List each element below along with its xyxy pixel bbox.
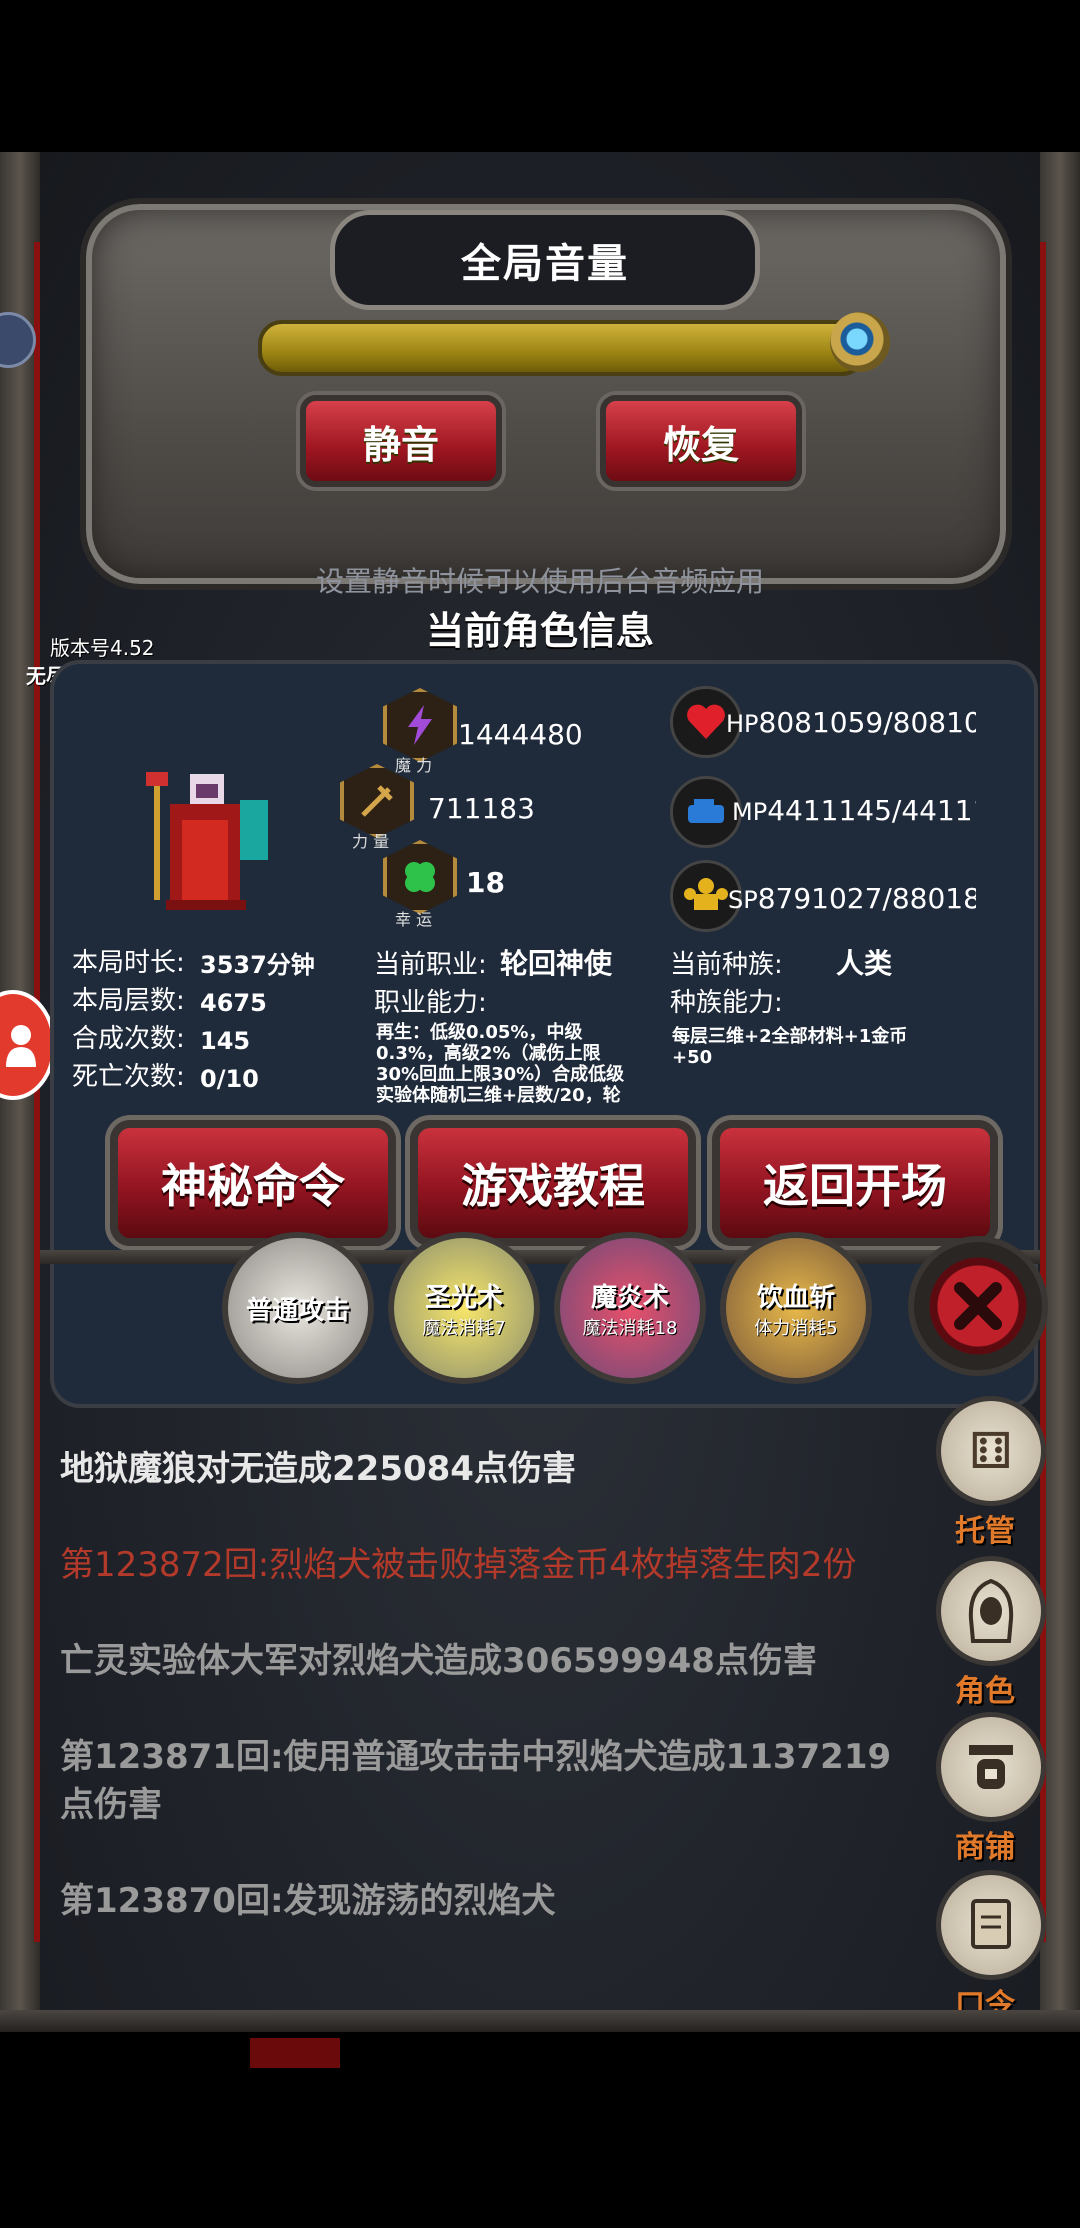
- volume-title-plate: 全局音量: [330, 210, 760, 310]
- sp-value: 8791027/880184: [757, 882, 976, 915]
- secret-command-button[interactable]: 神秘命令: [110, 1120, 396, 1246]
- skill-cost: 魔法消耗18: [582, 1317, 678, 1339]
- battle-log: 地狱魔狼对无造成225084点伤害 第123872回:烈焰犬被击败掉落金币4枚掉…: [60, 1445, 920, 1973]
- skill-demon-flame[interactable]: 魔炎术 魔法消耗18: [554, 1232, 706, 1384]
- hooded-figure-icon: [936, 1556, 1046, 1666]
- magic-label: 魔 力: [395, 756, 433, 775]
- panel-divider: [40, 1250, 1040, 1264]
- run-time-value: 3537分钟: [200, 951, 315, 979]
- volume-hint: 设置静音时候可以使用后台音频应用: [315, 565, 764, 598]
- side-auto-label: 托管: [955, 1514, 1015, 1549]
- strength-value: 711183: [428, 792, 535, 825]
- side-shop-button[interactable]: 商铺: [936, 1712, 1046, 1866]
- log-line: 第123870回:发现游荡的烈焰犬: [60, 1881, 556, 1921]
- mp-prefix: MP: [732, 798, 768, 826]
- return-start-button[interactable]: 返回开场: [712, 1120, 998, 1246]
- mute-button[interactable]: 静音: [300, 395, 502, 487]
- race-ability-desc: 每层三维+2全部材料+1金币+50: [672, 1026, 908, 1068]
- skill-holy-light[interactable]: 圣光术 魔法消耗7: [388, 1232, 540, 1384]
- log-line: 亡灵实验体大军对烈焰犬造成306599948点伤害: [60, 1641, 817, 1681]
- volume-slider[interactable]: [258, 320, 866, 376]
- skill-name: 饮血斩: [756, 1282, 835, 1313]
- sp-prefix: SP: [728, 886, 758, 914]
- hp-value: 8081059/80810: [758, 706, 976, 739]
- skill-name: 圣光术: [424, 1282, 503, 1313]
- death-count-value: 0/10: [200, 1065, 259, 1093]
- side-password-button[interactable]: 口令: [936, 1870, 1046, 2024]
- magic-value: 1444480: [458, 718, 583, 751]
- run-time-label: 本局时长:: [72, 948, 185, 978]
- volume-title: 全局音量: [461, 241, 629, 287]
- person-icon: [6, 1025, 36, 1067]
- side-auto-button[interactable]: ⚅ 托管: [936, 1396, 1046, 1550]
- bottom-frame: [0, 2010, 1080, 2032]
- sp-readout: SP8791027/880184: [728, 882, 976, 915]
- skill-name: 魔炎术: [590, 1282, 669, 1313]
- death-count-label: 死亡次数:: [72, 1062, 185, 1092]
- job-ability-desc: 再生：低级0.05%，中级0.3%，高级2%（减伤上限30%回血上限30%）合成…: [376, 1022, 625, 1106]
- tutorial-button[interactable]: 游戏教程: [410, 1120, 696, 1246]
- log-line: 第123872回:烈焰犬被击败掉落金币4枚掉落生肉2份: [60, 1545, 857, 1585]
- close-icon: [954, 1282, 1002, 1330]
- character-sprite: [130, 760, 290, 920]
- side-character-label: 角色: [955, 1674, 1015, 1709]
- dice-icon: ⚅: [936, 1396, 1046, 1506]
- hp-prefix: HP: [726, 710, 759, 738]
- frame-right: [1040, 152, 1080, 2032]
- close-button[interactable]: [908, 1236, 1048, 1376]
- hp-readout: HP8081059/80810: [726, 706, 976, 739]
- mp-readout: MP4411145/441114: [732, 794, 976, 827]
- side-shop-label: 商铺: [955, 1830, 1015, 1865]
- run-info-labels: 本局时长: 本局层数: 合成次数: 死亡次数:: [72, 944, 185, 1096]
- mp-value: 4411145/441114: [767, 794, 976, 827]
- luck-label: 幸 运: [395, 910, 433, 929]
- skill-cost: 体力消耗5: [754, 1317, 838, 1339]
- skill-cost: 魔法消耗7: [422, 1317, 506, 1339]
- run-floor-value: 4675: [200, 989, 267, 1017]
- log-line: 地狱魔狼对无造成225084点伤害: [60, 1449, 576, 1489]
- restore-button[interactable]: 恢复: [600, 395, 802, 487]
- scroll-icon: [936, 1870, 1046, 1980]
- job-ability-label: 职业能力:: [374, 988, 487, 1018]
- skill-normal-attack[interactable]: 普通攻击: [222, 1232, 374, 1384]
- race-value: 人类: [836, 947, 893, 980]
- job-value: 轮回神使: [500, 947, 613, 980]
- bottom-red-bar: [250, 2038, 340, 2068]
- run-info-values: 3537分钟 4675 145 0/10: [200, 946, 315, 1098]
- run-floor-label: 本局层数:: [72, 986, 185, 1016]
- volume-slider-knob[interactable]: [830, 312, 890, 372]
- skill-name: 普通攻击: [245, 1295, 350, 1326]
- luck-value: 18: [466, 866, 505, 899]
- job-label: 当前职业:: [374, 950, 487, 980]
- skill-blood-slash[interactable]: 饮血斩 体力消耗5: [720, 1232, 872, 1384]
- character-info-title: 当前角色信息: [425, 609, 654, 653]
- merge-count-label: 合成次数:: [72, 1024, 185, 1054]
- merge-count-value: 145: [200, 1027, 251, 1055]
- race-label: 当前种族:: [670, 950, 783, 980]
- race-ability-label: 种族能力:: [670, 988, 783, 1018]
- strength-label: 力 量: [352, 832, 390, 851]
- side-character-button[interactable]: 角色: [936, 1556, 1046, 1710]
- log-line: 第123871回:使用普通攻击击中烈焰犬造成1137219点伤害: [60, 1737, 892, 1825]
- shop-icon: [936, 1712, 1046, 1822]
